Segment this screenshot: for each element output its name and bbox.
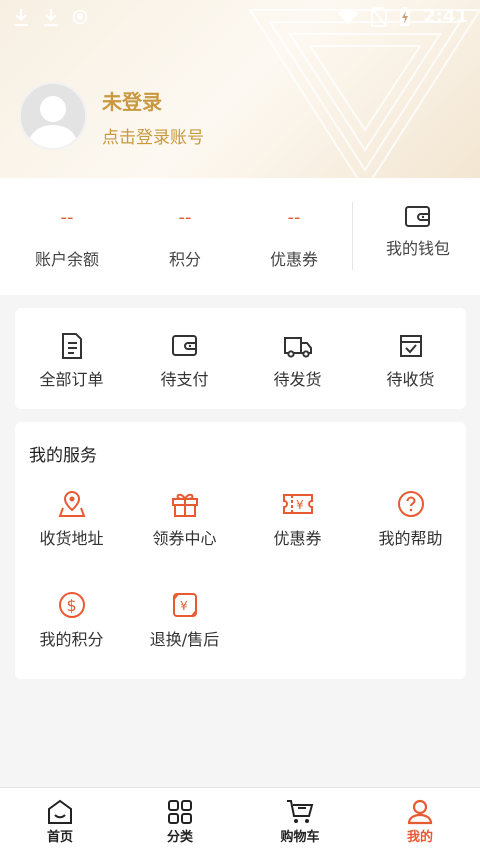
order-unpaid[interactable]: 待支付: [128, 332, 241, 390]
default-avatar-icon: [21, 84, 85, 148]
stat-label: 积分: [168, 250, 201, 269]
wifi-icon: [337, 6, 359, 27]
wallet-label: 我的钱包: [385, 239, 450, 258]
svg-text:¥: ¥: [180, 599, 188, 613]
account-stats: -- 账户余额 -- 积分 -- 优惠券 我的钱包: [0, 178, 480, 295]
stat-label: 优惠券: [269, 250, 318, 269]
user-icon: [407, 799, 433, 825]
stat-value: --: [60, 207, 74, 228]
tab-label: 购物车: [280, 830, 320, 845]
bottom-tabbar: 首页 分类 购物车 我的: [0, 787, 480, 856]
service-points[interactable]: $ 我的积分: [15, 590, 128, 650]
shield-icon: [72, 6, 88, 27]
truck-icon: [283, 336, 313, 358]
order-all[interactable]: 全部订单: [15, 332, 128, 390]
stat-balance[interactable]: -- 账户余额: [12, 208, 122, 270]
services-title: 我的服务: [29, 446, 97, 466]
stat-value: --: [287, 207, 301, 228]
service-coupons[interactable]: ¥ 优惠券: [241, 489, 354, 549]
refund-icon: ¥: [170, 593, 200, 617]
coupon-icon: ¥: [281, 494, 315, 514]
points-icon: $: [57, 592, 87, 618]
tab-label: 我的: [406, 830, 433, 845]
status-time: 2:41: [423, 5, 468, 27]
divider: [352, 202, 353, 270]
wallet-icon: [171, 335, 199, 356]
stat-coupons[interactable]: -- 优惠券: [239, 208, 349, 270]
service-refund[interactable]: ¥ 退换/售后: [128, 590, 241, 650]
order-label: 待支付: [160, 370, 209, 389]
wallet-button[interactable]: 我的钱包: [358, 205, 478, 259]
tab-cart[interactable]: 购物车: [240, 799, 360, 845]
cart-icon: [286, 800, 314, 823]
order-list-icon: [59, 333, 85, 359]
service-label: 退换/售后: [149, 630, 220, 649]
tab-home[interactable]: 首页: [0, 799, 120, 845]
login-title[interactable]: 未登录: [102, 86, 162, 115]
service-label: 领券中心: [152, 529, 217, 548]
service-label: 优惠券: [273, 529, 322, 548]
help-icon: [396, 491, 426, 517]
orders-card: 全部订单 待支付 待发货 待收货: [15, 308, 466, 409]
stat-value: --: [178, 207, 192, 228]
category-icon: [167, 800, 193, 824]
login-subtitle[interactable]: 点击登录账号: [102, 123, 204, 148]
services-card: 我的服务 收货地址 领券中心 ¥ 优惠券 我的帮助 $ 我的积分 ¥ 退换/售后: [15, 422, 466, 679]
stat-label: 账户余额: [34, 250, 99, 269]
stat-points[interactable]: -- 积分: [130, 208, 240, 270]
order-unshipped[interactable]: 待发货: [241, 332, 354, 390]
location-icon: [57, 490, 87, 517]
wallet-icon: [404, 206, 432, 227]
order-label: 待发货: [273, 370, 322, 389]
home-icon: [47, 799, 73, 824]
tab-label: 首页: [46, 830, 73, 845]
order-label: 全部订单: [39, 370, 104, 389]
svg-text:¥: ¥: [296, 498, 304, 512]
tab-category[interactable]: 分类: [120, 799, 240, 845]
download-icon: [12, 6, 30, 27]
status-bar: 2:41: [0, 0, 480, 32]
service-help[interactable]: 我的帮助: [354, 489, 467, 549]
service-coupon-center[interactable]: 领券中心: [128, 489, 241, 549]
download-icon: [42, 6, 60, 27]
service-label: 收货地址: [39, 529, 104, 548]
tab-label: 分类: [166, 830, 193, 845]
service-address[interactable]: 收货地址: [15, 489, 128, 549]
service-label: 我的积分: [39, 630, 104, 649]
order-label: 待收货: [386, 370, 435, 389]
no-sim-icon: [371, 6, 388, 27]
tab-mine[interactable]: 我的: [360, 799, 480, 845]
avatar[interactable]: [19, 82, 87, 150]
gift-icon: [170, 493, 200, 517]
svg-text:$: $: [66, 596, 76, 615]
service-label: 我的帮助: [378, 529, 443, 548]
battery-charging-icon: [399, 6, 411, 27]
box-check-icon: [397, 335, 425, 357]
order-unreceived[interactable]: 待收货: [354, 332, 467, 390]
